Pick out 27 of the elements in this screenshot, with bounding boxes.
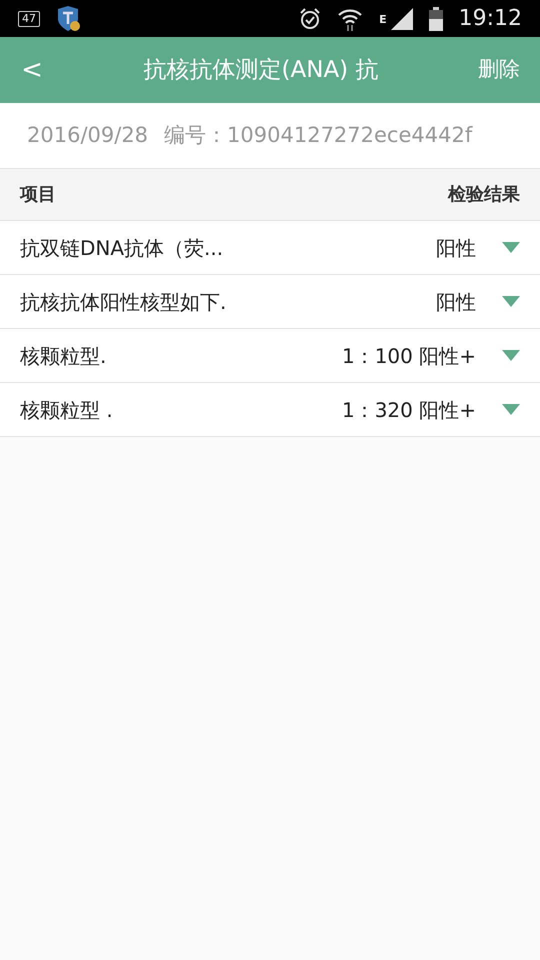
- caret-down-icon[interactable]: [502, 296, 520, 307]
- item-name: 核颗粒型.: [20, 342, 106, 370]
- column-header: 检验结果: [448, 183, 520, 207]
- battery-icon: [428, 6, 443, 30]
- item-name: 核颗粒型 .: [20, 396, 113, 424]
- caret-down-icon[interactable]: [502, 350, 520, 361]
- signal-icon: [390, 8, 413, 30]
- item-name: 抗双链DNA抗体（荧...: [20, 234, 224, 262]
- delete-button[interactable]: 删除: [478, 54, 520, 86]
- notification-count: 47: [18, 10, 40, 26]
- item-name: 抗核抗体阳性核型如下.: [20, 288, 226, 316]
- result-value: 阳性: [436, 288, 476, 316]
- caret-down-icon[interactable]: [502, 404, 520, 415]
- network-type: E: [379, 12, 387, 28]
- page-title: 抗核抗体测定(ANA) 抗: [142, 56, 380, 85]
- clock-time: 19:12: [458, 5, 522, 33]
- column-header: 项目: [20, 183, 56, 207]
- report-date: 2016/09/28: [27, 122, 148, 149]
- wifi-icon: [337, 6, 364, 30]
- result-value: 1：320 阳性+: [342, 396, 476, 424]
- result-value: 1：100 阳性+: [342, 342, 476, 370]
- caret-down-icon[interactable]: [502, 242, 520, 253]
- report-id: 编号：10904127272ece4442f: [164, 122, 472, 149]
- result-value: 阳性: [436, 234, 476, 262]
- back-button[interactable]: <: [20, 57, 44, 83]
- shield-icon: [56, 6, 80, 32]
- alarm-clock-icon: [299, 8, 322, 30]
